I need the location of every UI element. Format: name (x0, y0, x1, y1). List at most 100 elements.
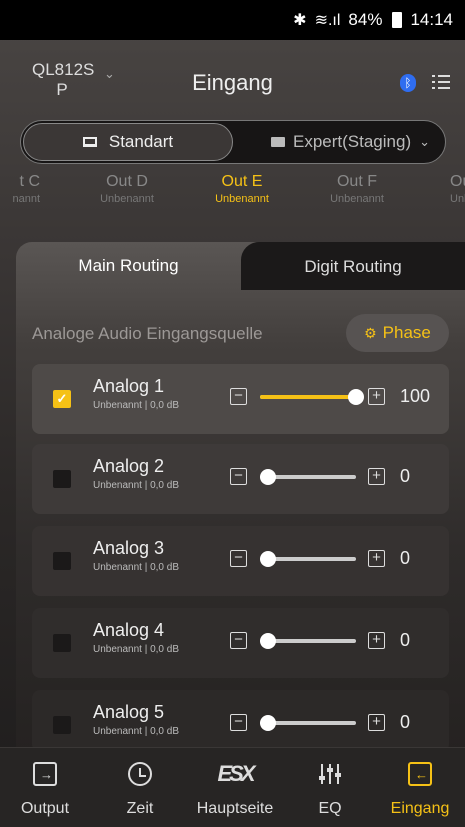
tab-main-routing[interactable]: Main Routing (16, 242, 241, 290)
output-name: Ou (450, 173, 465, 190)
input-name: Analog 1 (93, 376, 165, 396)
decrease-button[interactable]: − (230, 468, 247, 485)
output-sub: nannt (12, 193, 40, 205)
nav-output[interactable]: → Output (0, 748, 90, 827)
section-label: Analoge Audio Eingangsquelle (32, 324, 263, 343)
output-tab-e[interactable]: Out E Unbenannt (187, 172, 297, 206)
input-checkbox[interactable] (53, 716, 71, 734)
nav-eq[interactable]: EQ (285, 748, 375, 827)
input-row: Analog 5 Unbenannt | 0,0 dB − + 0 (32, 690, 449, 752)
battery-percent: 84% (348, 10, 383, 29)
nav-hauptseite[interactable]: ESX Hauptseite (190, 748, 280, 827)
level-slider[interactable] (260, 469, 356, 485)
mode-standard-button[interactable]: Standart (23, 123, 233, 161)
mode-standard-label: Standart (108, 132, 174, 151)
equalizer-icon (318, 762, 342, 786)
bluetooth-status-icon: ✱ (293, 12, 307, 29)
output-name: t C (19, 173, 40, 190)
output-sub: Unbenannt (215, 193, 269, 205)
output-tab-c[interactable]: t C nannt (0, 172, 60, 206)
nav-label: Hauptseite (196, 800, 274, 817)
nav-zeit[interactable]: Zeit (95, 748, 185, 827)
wifi-signal-icon: ≋.ıl (314, 12, 341, 29)
input-sub: Unbenannt | 0,0 dB (93, 644, 179, 655)
output-channel-selector: t C nannt Out D Unbenannt Out E Unbenann… (0, 172, 465, 214)
input-checkbox[interactable]: ✓ (53, 390, 71, 408)
clock-icon (128, 762, 152, 786)
input-checkbox[interactable] (53, 470, 71, 488)
gear-icon: ⚙ (364, 324, 377, 341)
increase-button[interactable]: + (368, 388, 385, 405)
level-slider[interactable] (260, 551, 356, 567)
output-sub: Unbenannt (330, 193, 384, 205)
slider-knob[interactable] (260, 715, 276, 731)
level-slider[interactable] (260, 389, 364, 405)
mode-expert-label: Expert(Staging) (293, 132, 412, 151)
output-name: Out F (336, 173, 377, 190)
input-sub: Unbenannt | 0,0 dB (93, 562, 179, 573)
nav-eingang[interactable]: ← Eingang (375, 748, 465, 827)
slider-knob[interactable] (260, 469, 276, 485)
output-tab-d[interactable]: Out D Unbenannt (72, 172, 182, 206)
input-row: Analog 3 Unbenannt | 0,0 dB − + 0 (32, 526, 449, 596)
level-value: 0 (400, 630, 411, 650)
input-name: Analog 3 (93, 538, 165, 558)
mode-toggle: Standart Expert(Staging) ⌄ (20, 120, 446, 164)
laptop-icon (82, 137, 97, 147)
phase-label: Phase (382, 323, 431, 342)
level-slider[interactable] (260, 715, 356, 731)
input-row: Analog 4 Unbenannt | 0,0 dB − + 0 (32, 608, 449, 678)
nav-label: EQ (318, 800, 342, 817)
decrease-button[interactable]: − (230, 388, 247, 405)
status-bar: ✱ ≋.ıl 84% 14:14 (0, 0, 465, 40)
input-name: Analog 2 (93, 456, 165, 476)
mode-expert-button[interactable]: Expert(Staging) ⌄ (247, 121, 447, 163)
decrease-button[interactable]: − (230, 550, 247, 567)
decrease-button[interactable]: − (230, 714, 247, 731)
slider-fill (260, 395, 356, 399)
decrease-button[interactable]: − (230, 632, 247, 649)
nav-label: Output (20, 800, 70, 817)
increase-button[interactable]: + (368, 468, 385, 485)
slider-knob[interactable] (260, 551, 276, 567)
tab-digit-routing[interactable]: Digit Routing (241, 242, 465, 290)
bluetooth-icon[interactable]: ᛒ (400, 74, 416, 92)
phase-button[interactable]: ⚙ Phase (346, 314, 449, 352)
level-slider[interactable] (260, 633, 356, 649)
output-name: Out E (221, 173, 263, 190)
increase-button[interactable]: + (368, 714, 385, 731)
output-tab-f[interactable]: Out F Unbenannt (302, 172, 412, 206)
increase-button[interactable]: + (368, 550, 385, 567)
nav-label: Zeit (126, 800, 154, 817)
bottom-nav: → Output Zeit ESX Hauptseite EQ ← Eingan… (0, 747, 465, 827)
input-sub: Unbenannt | 0,0 dB (93, 480, 179, 491)
output-sub: Unbe (450, 193, 465, 205)
nav-label: Eingang (390, 800, 450, 817)
input-sub: Unbenannt | 0,0 dB (93, 400, 179, 411)
routing-panel: Main Routing Digit Routing Analoge Audio… (16, 242, 465, 752)
increase-button[interactable]: + (368, 632, 385, 649)
esx-logo-icon: ESX (217, 761, 255, 786)
page-title: Eingang (192, 70, 273, 95)
level-value: 0 (400, 466, 411, 486)
battery-icon (392, 12, 403, 28)
input-row: Analog 2 Unbenannt | 0,0 dB − + 0 (32, 444, 449, 514)
level-value: 0 (400, 548, 411, 568)
level-value: 100 (400, 386, 431, 406)
output-icon: → (33, 762, 57, 786)
output-name: Out D (106, 173, 148, 190)
app-header: QL812S P ⌄ Eingang ᛒ (0, 40, 465, 118)
list-menu-icon[interactable] (432, 74, 450, 90)
slider-knob[interactable] (260, 633, 276, 649)
level-value: 0 (400, 712, 411, 732)
input-checkbox[interactable] (53, 634, 71, 652)
slider-knob[interactable] (348, 389, 364, 405)
input-name: Analog 5 (93, 702, 165, 722)
input-row: ✓ Analog 1 Unbenannt | 0,0 dB − + 100 (32, 364, 449, 434)
tablet-icon (271, 137, 285, 147)
output-sub: Unbenannt (100, 193, 154, 205)
input-icon: ← (408, 762, 432, 786)
input-checkbox[interactable] (53, 552, 71, 570)
input-name: Analog 4 (93, 620, 165, 640)
output-tab-g[interactable]: Ou Unbe (420, 172, 465, 206)
